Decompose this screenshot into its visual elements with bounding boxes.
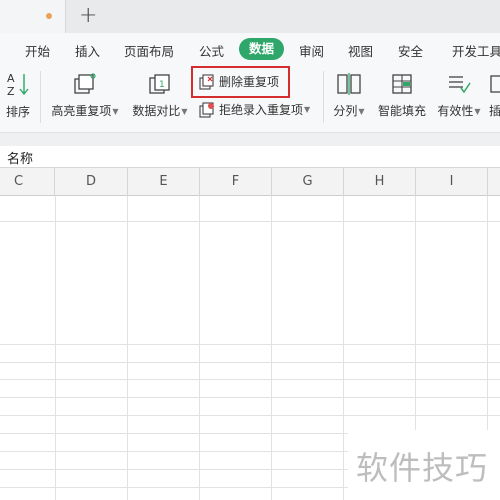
- highlight-duplicates-icon: [74, 73, 96, 94]
- grid-row-line: [0, 362, 500, 363]
- highlight-duplicates-button[interactable]: 高亮重复项▼: [50, 72, 120, 119]
- column-header-i[interactable]: I: [416, 168, 488, 196]
- grid-column-line: [199, 196, 200, 500]
- grid-row-line: [0, 379, 500, 380]
- grid-column-line: [55, 196, 56, 500]
- dropdown-caret-icon: ▼: [181, 107, 188, 116]
- menu-tab-insert[interactable]: 插入: [75, 41, 100, 60]
- validity-icon: [449, 76, 471, 94]
- validity-label: 有效性: [437, 104, 474, 118]
- insert-dropdown-button[interactable]: 插: [489, 72, 500, 119]
- smart-fill-label: 智能填充: [377, 104, 426, 118]
- validity-button[interactable]: 有效性▼: [436, 72, 482, 119]
- split-columns-button[interactable]: 分列▼: [331, 72, 367, 119]
- menu-tab-formula[interactable]: 公式: [199, 41, 224, 60]
- new-tab-button[interactable]: +: [79, 3, 97, 29]
- data-compare-label: 数据对比: [132, 104, 181, 118]
- dropdown-caret-icon: ▼: [358, 107, 365, 116]
- menu-tab-home[interactable]: 开始: [25, 41, 50, 60]
- grid-row-line: [0, 221, 500, 222]
- tab-strip: +: [0, 0, 500, 33]
- watermark-text: 软件技巧: [356, 449, 489, 487]
- grid-row-line: [0, 397, 500, 398]
- grid-row-line: [0, 415, 500, 416]
- dropdown-caret-icon: ▼: [304, 105, 311, 114]
- dropdown-caret-icon: ▼: [474, 107, 481, 116]
- toolbar-divider: [323, 71, 324, 123]
- column-header-g[interactable]: G: [272, 168, 344, 196]
- data-compare-button[interactable]: 1 数据对比▼: [131, 72, 189, 119]
- column-header-d[interactable]: D: [55, 168, 128, 196]
- insert-dropdown-label: 插: [489, 104, 500, 118]
- menu-tab-view[interactable]: 视图: [348, 41, 373, 60]
- column-header-e[interactable]: E: [128, 168, 200, 196]
- menu-tab-developer[interactable]: 开发工具: [452, 41, 500, 60]
- sort-az-icon: A Z: [7, 72, 29, 97]
- column-headers: C D E F G H I: [0, 168, 500, 196]
- menu-tab-review[interactable]: 审阅: [299, 41, 324, 60]
- smart-fill-button[interactable]: 智能填充: [376, 72, 428, 119]
- reject-duplicate-entry-button[interactable]: 拒绝录入重复项 ▼: [199, 101, 310, 118]
- insert-dropdown-icon: [490, 75, 500, 93]
- split-columns-label: 分列: [333, 104, 358, 118]
- ribbon-menu-bar: 开始 插入 页面布局 公式 数据 审阅 视图 安全 开发工具: [0, 33, 500, 65]
- highlight-duplicates-label: 高亮重复项: [51, 104, 112, 118]
- reject-duplicates-icon: [199, 101, 214, 118]
- grid-column-line: [127, 196, 128, 500]
- dropdown-caret-icon: ▼: [112, 107, 119, 116]
- highlight-box: [191, 66, 290, 98]
- toolbar-divider: [40, 71, 41, 123]
- svg-text:Z: Z: [7, 85, 15, 97]
- menu-tab-security[interactable]: 安全: [398, 41, 423, 60]
- column-header-h[interactable]: H: [344, 168, 416, 196]
- document-tab[interactable]: [0, 0, 66, 33]
- sort-button[interactable]: A Z 排序: [5, 71, 31, 120]
- grid-column-line: [343, 196, 344, 500]
- menu-tab-page-layout[interactable]: 页面布局: [124, 41, 174, 60]
- column-header-c[interactable]: C: [0, 168, 55, 196]
- smart-fill-icon: [392, 74, 412, 94]
- grid-row-line: [0, 344, 500, 345]
- split-columns-icon: [337, 73, 361, 95]
- formula-bar: 名称: [0, 146, 500, 168]
- name-box[interactable]: 名称: [7, 148, 33, 167]
- grid-column-line: [271, 196, 272, 500]
- reject-duplicates-label: 拒绝录入重复项: [219, 103, 304, 117]
- column-header-f[interactable]: F: [200, 168, 272, 196]
- svg-text:1: 1: [159, 80, 165, 90]
- toolbar-gap: [0, 133, 500, 146]
- menu-tab-data[interactable]: 数据: [239, 38, 285, 60]
- unsaved-dot-icon: [46, 13, 52, 19]
- sort-label: 排序: [5, 105, 30, 119]
- svg-text:A: A: [7, 72, 15, 85]
- data-compare-icon: 1: [149, 74, 170, 94]
